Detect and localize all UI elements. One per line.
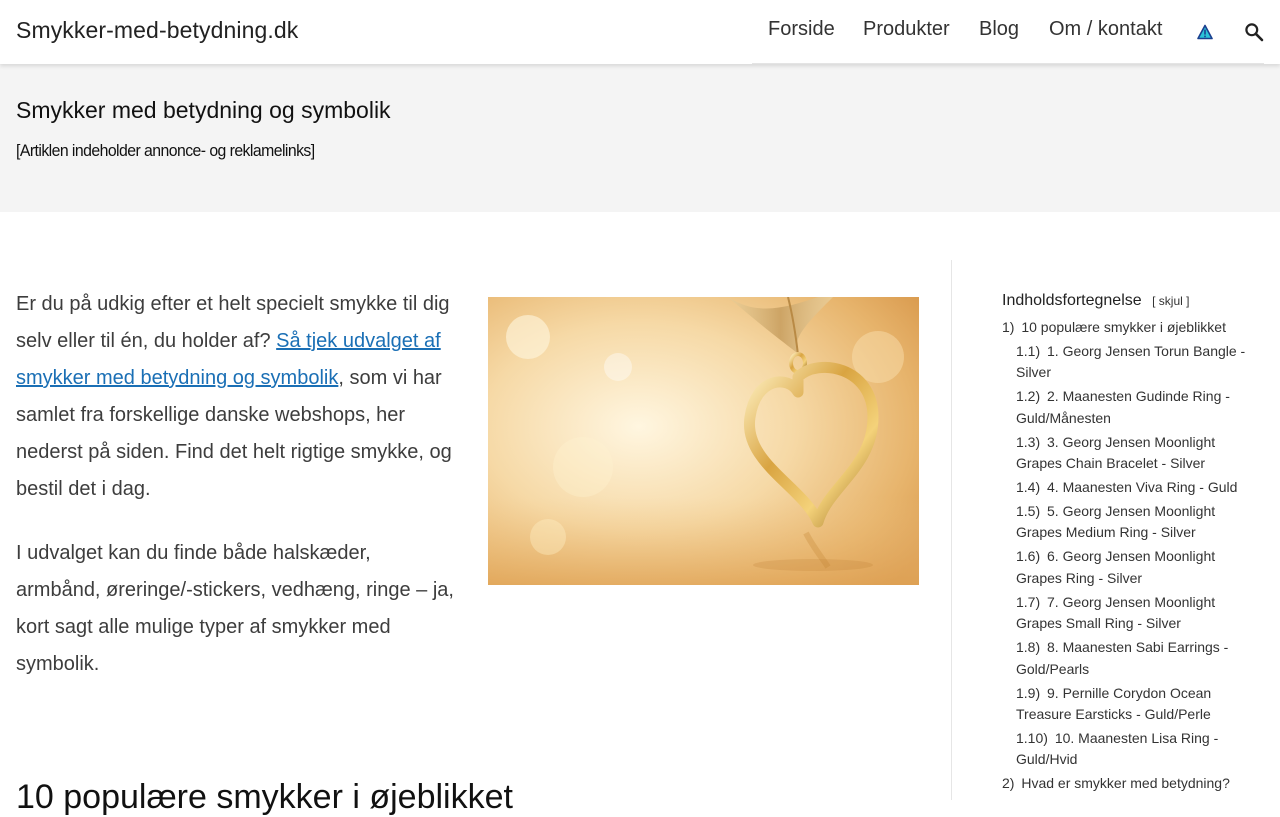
toc-item[interactable]: 1.1) 1. Georg Jensen Torun Bangle - Silv… (1002, 341, 1262, 384)
toc-item[interactable]: 1) 10 populære smykker i øjeblikket (1002, 317, 1262, 339)
toc-item[interactable]: 1.4) 4. Maanesten Viva Ring - Guld (1002, 477, 1262, 499)
toc-item[interactable]: 1.8) 8. Maanesten Sabi Earrings - Gold/P… (1002, 637, 1262, 680)
section-heading-popular: 10 populære smykker i øjeblikket (16, 778, 513, 816)
page-hero: Smykker med betydning og symbolik [Artik… (0, 64, 1280, 212)
toc-title: Indholdsfortegnelse (1002, 292, 1142, 309)
toc-toggle[interactable]: [ skjul ] (1152, 294, 1189, 308)
toc-item[interactable]: 1.7) 7. Georg Jensen Moonlight Grapes Sm… (1002, 592, 1262, 635)
toc-header: Indholdsfortegnelse [ skjul ] (1002, 292, 1262, 310)
ad-disclaimer: [Artiklen indeholder annonce- og reklame… (16, 141, 315, 160)
heart-pendant-image (488, 297, 919, 585)
site-header: Smykker-med-betydning.dk Forside Produkt… (0, 0, 1280, 64)
table-of-contents: Indholdsfortegnelse [ skjul ] 1) 10 popu… (1002, 292, 1262, 797)
toc-item-number: 1) (1002, 319, 1015, 335)
toc-item-label[interactable]: 6. Georg Jensen Moonlight Grapes Ring - … (1016, 548, 1215, 586)
toc-item-number: 1.6) (1016, 548, 1041, 565)
toc-item-number: 1.7) (1016, 593, 1041, 610)
toc-list: 1) 10 populære smykker i øjeblikket 1.1) … (1002, 317, 1262, 795)
toc-item-label[interactable]: 4. Maanesten Viva Ring - Guld (1047, 479, 1237, 495)
toc-item-number: 1.5) (1016, 502, 1041, 519)
toc-item-number: 1.4) (1016, 479, 1041, 496)
toc-item-label[interactable]: 2. Maanesten Gudinde Ring - Guld/Måneste… (1016, 388, 1230, 426)
toc-item[interactable]: 1.2) 2. Maanesten Gudinde Ring - Guld/Må… (1002, 386, 1262, 429)
toc-item-label[interactable]: 5. Georg Jensen Moonlight Grapes Medium … (1016, 503, 1215, 541)
toc-item-label[interactable]: 10 populære smykker i øjeblikket (1021, 319, 1226, 335)
toc-item-number: 1.9) (1016, 684, 1041, 701)
toc-item[interactable]: 1.10) 10. Maanesten Lisa Ring - Guld/Hvi… (1002, 728, 1262, 771)
toc-item-number: 1.8) (1016, 639, 1041, 656)
search-icon[interactable] (1244, 22, 1264, 42)
warning-triangle-icon[interactable] (1197, 24, 1213, 40)
nav-item-produkter[interactable]: Produkter (863, 18, 950, 41)
toc-item-number: 1.3) (1016, 433, 1041, 450)
toc-item[interactable]: 1.5) 5. Georg Jensen Moonlight Grapes Me… (1002, 501, 1262, 544)
intro-text: Er du på udkig efter et helt specielt sm… (16, 286, 456, 710)
toc-item-number: 1.10) (1016, 729, 1048, 746)
site-title-link[interactable]: Smykker-med-betydning.dk (16, 17, 298, 44)
toc-toggle-label[interactable]: skjul (1159, 294, 1183, 308)
toc-item-label[interactable]: 3. Georg Jensen Moonlight Grapes Chain B… (1016, 434, 1215, 472)
toc-item-number: 1.1) (1016, 342, 1041, 359)
toc-item-number: 1.2) (1016, 388, 1041, 405)
toc-item-label[interactable]: 9. Pernille Corydon Ocean Treasure Earst… (1016, 685, 1211, 723)
sidebar-divider (951, 260, 952, 800)
toc-item[interactable]: 1.6) 6. Georg Jensen Moonlight Grapes Ri… (1002, 546, 1262, 589)
main-nav: Forside Produkter Blog Om / kontakt (752, 0, 1264, 64)
toc-item[interactable]: 1.9) 9. Pernille Corydon Ocean Treasure … (1002, 683, 1262, 726)
toc-item[interactable]: 1.3) 3. Georg Jensen Moonlight Grapes Ch… (1002, 432, 1262, 475)
nav-item-blog[interactable]: Blog (979, 18, 1019, 41)
intro-paragraph-2: I udvalget kan du finde både halskæder, … (16, 542, 454, 675)
page-title: Smykker med betydning og symbolik (16, 97, 391, 123)
toc-item[interactable]: 2) Hvad er smykker med betydning? (1002, 773, 1262, 795)
toc-item-label[interactable]: Hvad er smykker med betydning? (1021, 775, 1230, 791)
toc-item-label[interactable]: 7. Georg Jensen Moonlight Grapes Small R… (1016, 594, 1215, 632)
intro-paragraph-1: Er du på udkig efter et helt specielt sm… (16, 293, 452, 500)
nav-item-om-kontakt[interactable]: Om / kontakt (1049, 18, 1162, 41)
nav-item-forside[interactable]: Forside (768, 18, 835, 41)
toc-item-label[interactable]: 8. Maanesten Sabi Earrings - Gold/Pearls (1016, 639, 1228, 677)
toc-item-number: 2) (1002, 775, 1015, 792)
toc-item-label[interactable]: 1. Georg Jensen Torun Bangle - Silver (1016, 343, 1245, 381)
